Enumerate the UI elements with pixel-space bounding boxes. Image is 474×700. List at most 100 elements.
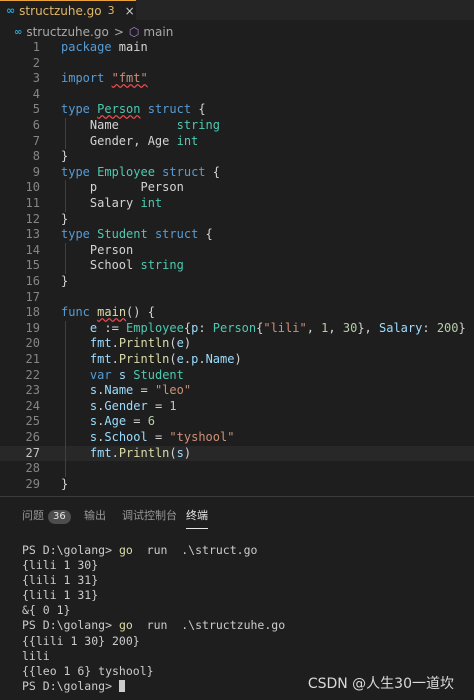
code-token: 200 bbox=[436, 320, 459, 335]
code-token: } bbox=[61, 476, 69, 491]
tab-terminal[interactable]: 终端 bbox=[186, 507, 208, 529]
code-token: Age bbox=[104, 414, 127, 429]
code-line[interactable]: 27 fmt.Println(s) bbox=[0, 445, 474, 462]
code-token: int bbox=[140, 196, 163, 210]
code-line[interactable]: 17 bbox=[0, 290, 474, 306]
code-text: func main() { bbox=[61, 305, 155, 321]
code-line[interactable]: 22 var s Student bbox=[0, 368, 474, 384]
code-token: Salary bbox=[379, 320, 423, 335]
code-token: { bbox=[191, 102, 206, 117]
code-line[interactable]: 9 type Employee struct { bbox=[0, 165, 474, 181]
code-line[interactable]: 15 School string bbox=[0, 258, 474, 274]
line-number: 2 bbox=[32, 55, 40, 70]
code-line[interactable]: 12} bbox=[0, 212, 474, 228]
code-line[interactable]: 6 Name string bbox=[0, 118, 474, 134]
line-number: 21 bbox=[25, 352, 40, 366]
code-line[interactable]: 21 fmt.Println(e.p.Name) bbox=[0, 352, 474, 368]
line-number: 5 bbox=[32, 102, 40, 117]
code-text: s.Name = "leo" bbox=[61, 383, 191, 399]
terminal-output: {{leo 1 6} tyshool} bbox=[22, 663, 154, 678]
code-token: Println bbox=[118, 352, 170, 366]
code-token: Gender bbox=[104, 398, 148, 413]
code-line[interactable]: 14 Person bbox=[0, 243, 474, 259]
code-text: type Employee struct { bbox=[61, 165, 220, 181]
tab-output[interactable]: 输出 bbox=[84, 507, 106, 529]
code-token: School bbox=[104, 430, 148, 444]
terminal-cursor bbox=[118, 679, 125, 692]
terminal-prompt: PS D:\golang> bbox=[22, 543, 119, 557]
code-line[interactable]: 11 Salary int bbox=[0, 196, 474, 212]
code-text: e := Employee{p: Person{"lili", 1, 30}, … bbox=[61, 321, 466, 337]
line-number: 26 bbox=[25, 430, 40, 444]
code-token: main bbox=[97, 305, 127, 320]
line-number: 25 bbox=[25, 414, 40, 429]
code-line[interactable]: 8} bbox=[0, 149, 474, 165]
code-text: fmt.Println(s) bbox=[61, 446, 191, 462]
code-text: p Person bbox=[61, 180, 184, 196]
code-line[interactable]: 10 p Person bbox=[0, 180, 474, 196]
code-token: type bbox=[61, 102, 90, 117]
code-token: type bbox=[61, 164, 90, 179]
code-token: struct bbox=[162, 164, 206, 179]
tab-problems[interactable]: 问题 36 bbox=[22, 507, 71, 529]
code-token: string bbox=[140, 258, 184, 273]
code-line[interactable]: 19 e := Employee{p: Person{"lili", 1, 30… bbox=[0, 321, 474, 337]
code-line[interactable]: 13 type Student struct { bbox=[0, 227, 474, 243]
code-line[interactable]: 1 package main bbox=[0, 40, 474, 56]
terminal-line: lili bbox=[22, 649, 285, 664]
line-number: 14 bbox=[25, 242, 40, 257]
code-line[interactable]: 18 func main() { bbox=[0, 305, 474, 321]
code-text: } bbox=[61, 212, 68, 228]
code-line[interactable]: 2 bbox=[0, 56, 474, 72]
code-line[interactable]: 25 s.Age = 6 bbox=[0, 414, 474, 430]
terminal-prompt: PS D:\golang> bbox=[22, 678, 119, 693]
code-token: = bbox=[126, 414, 148, 429]
breadcrumb: ∞ structzuhe.go > ⬡ main bbox=[0, 22, 474, 42]
close-icon[interactable]: × bbox=[125, 4, 135, 18]
code-text: package main bbox=[61, 40, 148, 56]
code-line[interactable]: 4 bbox=[0, 87, 474, 103]
indent-guide bbox=[65, 242, 66, 274]
code-line[interactable]: 16} bbox=[0, 274, 474, 290]
code-line[interactable]: 26 s.School = "tyshool" bbox=[0, 430, 474, 446]
code-token: } bbox=[458, 320, 466, 335]
line-number: 18 bbox=[25, 305, 40, 320]
code-token: Employee bbox=[126, 320, 184, 335]
tab-structzuhe[interactable]: ∞ structzuhe.go 3 × bbox=[0, 0, 136, 20]
line-number: 15 bbox=[25, 258, 40, 273]
code-token: Person bbox=[97, 102, 141, 117]
line-number: 3 bbox=[32, 71, 40, 86]
code-line[interactable]: 24 s.Gender = 1 bbox=[0, 399, 474, 415]
code-editor[interactable]: 1 package main 2 3 import "fmt" 4 5 type Person… bbox=[0, 40, 474, 496]
code-token: 6 bbox=[147, 414, 155, 429]
code-line[interactable]: 5 type Person struct { bbox=[0, 102, 474, 118]
code-line[interactable]: 29} bbox=[0, 477, 474, 493]
terminal-command: go bbox=[118, 543, 133, 557]
code-token: ) bbox=[234, 352, 242, 366]
code-token: "lili" bbox=[263, 320, 307, 335]
code-token: s bbox=[176, 445, 184, 460]
breadcrumb-separator: > bbox=[113, 25, 124, 39]
terminal[interactable]: PS D:\golang> go run .\struct.go {lili 1 … bbox=[22, 543, 285, 694]
breadcrumb-symbol[interactable]: main bbox=[143, 25, 173, 39]
terminal-output: {{lili 1 30} 200} bbox=[22, 633, 140, 648]
line-number: 28 bbox=[25, 461, 40, 476]
code-line[interactable]: 7 Gender, Age int bbox=[0, 134, 474, 150]
code-line[interactable]: 20 fmt.Println(e) bbox=[0, 336, 474, 352]
code-line[interactable]: 3 import "fmt" bbox=[0, 71, 474, 87]
code-line[interactable]: 23 s.Name = "leo" bbox=[0, 383, 474, 399]
line-number: 4 bbox=[32, 86, 40, 101]
breadcrumb-file[interactable]: structzuhe.go bbox=[26, 25, 108, 39]
code-text: s.School = "tyshool" bbox=[61, 430, 235, 446]
code-token: = bbox=[147, 430, 170, 444]
panel-tabs: 问题 36 输出 调试控制台 终端 bbox=[0, 507, 474, 529]
code-line[interactable]: 28 bbox=[0, 461, 474, 477]
tab-debug-console[interactable]: 调试控制台 bbox=[122, 507, 177, 529]
code-token: = bbox=[147, 398, 170, 413]
code-token: e bbox=[176, 352, 184, 366]
watermark: CSDN @人生30一道坎 bbox=[307, 676, 454, 692]
code-token: 1 bbox=[169, 398, 177, 413]
code-text: var s Student bbox=[61, 368, 184, 384]
code-token: import bbox=[61, 71, 105, 86]
code-text: fmt.Println(e.p.Name) bbox=[61, 352, 242, 368]
